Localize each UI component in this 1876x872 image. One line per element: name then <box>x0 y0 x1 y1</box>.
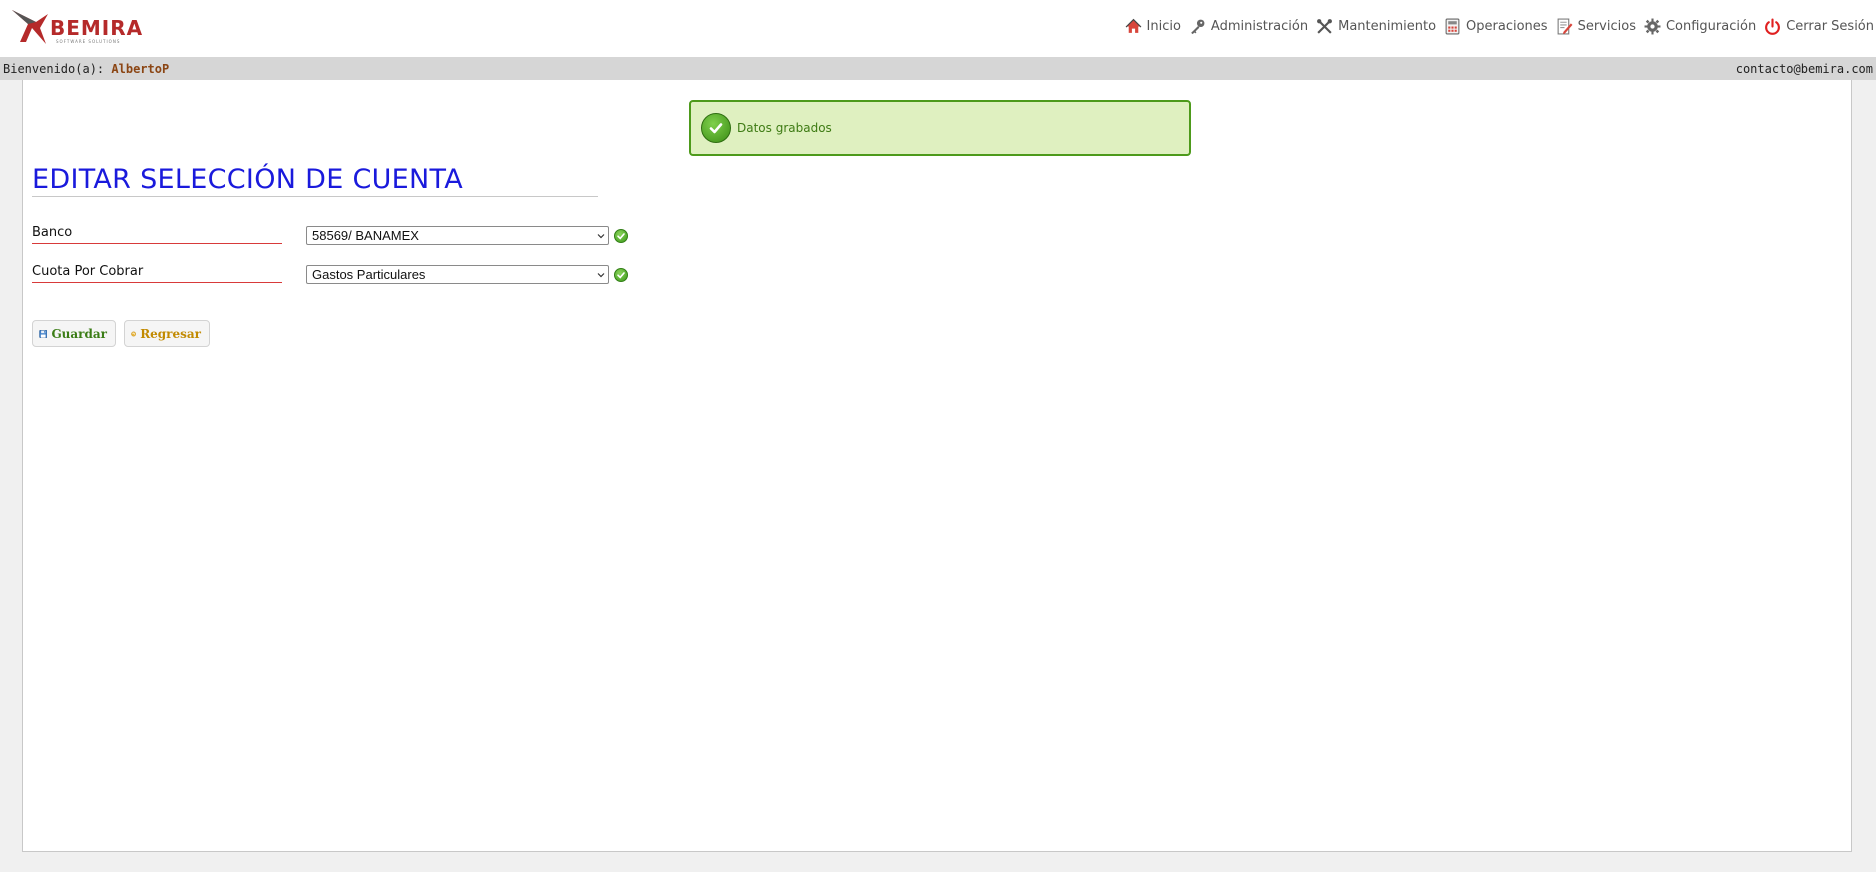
save-button[interactable]: Guardar <box>32 320 116 347</box>
nav-configuracion[interactable]: Configuración <box>1644 18 1756 35</box>
app-header: BEMIRA SOFTWARE SOLUTIONS Inicio Adminis… <box>0 0 1876 57</box>
nav-mantenimiento-label: Mantenimiento <box>1338 18 1437 34</box>
back-arrow-icon <box>131 331 137 336</box>
logo-text: BEMIRA <box>50 16 144 40</box>
back-button[interactable]: Regresar <box>124 320 210 347</box>
nav-servicios-label: Servicios <box>1577 18 1636 34</box>
top-navigation: Inicio Administración Mantenimiento Oper… <box>1117 16 1876 36</box>
alert-message: Datos grabados <box>737 121 832 135</box>
nav-administracion-label: Administración <box>1210 18 1309 34</box>
valid-check-icon <box>614 268 628 282</box>
field-cuota-label: Cuota Por Cobrar <box>32 264 282 283</box>
welcome-bar: Bienvenido(a): AlbertoP contacto@bemira.… <box>0 57 1876 80</box>
page-title: EDITAR SELECCIÓN DE CUENTA <box>32 164 598 197</box>
tools-icon <box>1317 18 1333 34</box>
welcome-prefix: Bienvenido(a): <box>3 62 105 76</box>
nav-inicio-label: Inicio <box>1146 18 1181 34</box>
cuota-select-value: Gastos Particulares <box>312 267 426 282</box>
check-circle-icon <box>701 113 731 143</box>
nav-administracion[interactable]: Administración <box>1189 18 1308 35</box>
nav-cerrar-sesion[interactable]: Cerrar Sesión <box>1764 18 1874 35</box>
power-icon <box>1765 18 1781 35</box>
nav-configuracion-label: Configuración <box>1665 18 1757 34</box>
success-alert: Datos grabados <box>689 100 1191 156</box>
nav-cerrar-sesion-label: Cerrar Sesión <box>1786 18 1874 34</box>
cuota-select[interactable]: Gastos Particulares <box>306 265 609 284</box>
nav-servicios[interactable]: Servicios <box>1556 18 1636 35</box>
bemira-logo[interactable]: BEMIRA SOFTWARE SOLUTIONS <box>10 6 144 46</box>
back-button-label: Regresar <box>140 326 201 341</box>
floppy-disk-icon <box>39 329 48 338</box>
key-icon <box>1191 19 1205 34</box>
logo-tagline: SOFTWARE SOLUTIONS <box>56 39 121 44</box>
welcome-message: Bienvenido(a): AlbertoP <box>3 62 169 76</box>
field-banco: Banco 58569/ BANAMEX <box>32 225 632 249</box>
nav-inicio[interactable]: Inicio <box>1125 18 1181 35</box>
logo-x-icon <box>12 10 48 44</box>
welcome-username: AlbertoP <box>111 62 170 76</box>
home-icon <box>1125 18 1141 33</box>
gear-icon <box>1644 18 1661 34</box>
nav-operaciones[interactable]: Operaciones <box>1444 18 1548 35</box>
main-panel: Datos grabados EDITAR SELECCIÓN DE CUENT… <box>22 80 1852 852</box>
field-banco-label: Banco <box>32 225 282 244</box>
save-button-label: Guardar <box>51 326 107 341</box>
nav-operaciones-label: Operaciones <box>1466 18 1548 34</box>
chevron-down-icon <box>597 234 605 239</box>
document-edit-icon <box>1557 18 1573 34</box>
chevron-down-icon <box>597 273 605 278</box>
calculator-icon <box>1445 18 1460 34</box>
nav-mantenimiento[interactable]: Mantenimiento <box>1316 18 1436 35</box>
valid-check-icon <box>614 229 628 243</box>
field-cuota-por-cobrar: Cuota Por Cobrar Gastos Particulares <box>32 264 632 288</box>
banco-select[interactable]: 58569/ BANAMEX <box>306 226 609 245</box>
contact-email: contacto@bemira.com <box>1735 62 1873 76</box>
banco-select-value: 58569/ BANAMEX <box>312 228 419 243</box>
